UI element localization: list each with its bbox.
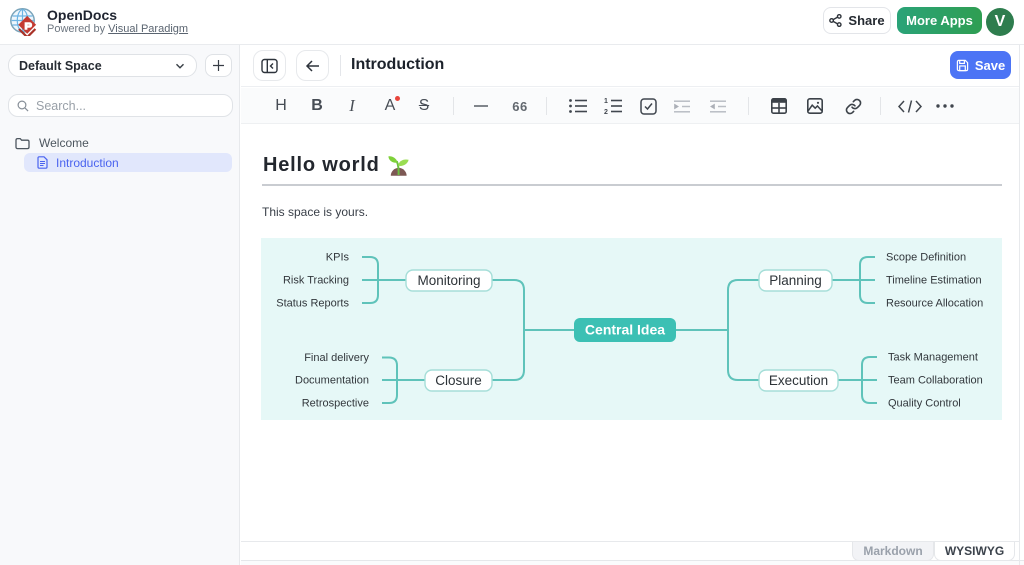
svg-text:Closure: Closure (435, 373, 482, 388)
svg-text:Resource Allocation: Resource Allocation (886, 298, 983, 310)
svg-text:Status Reports: Status Reports (276, 298, 349, 310)
svg-text:Documentation: Documentation (295, 375, 369, 387)
svg-text:Timeline Estimation: Timeline Estimation (886, 275, 982, 287)
svg-text:Team Collaboration: Team Collaboration (888, 375, 983, 387)
svg-text:KPIs: KPIs (326, 252, 350, 264)
svg-text:Scope Definition: Scope Definition (886, 252, 966, 264)
svg-text:Task Management: Task Management (888, 352, 978, 364)
svg-text:Central Idea: Central Idea (585, 322, 665, 338)
svg-text:2: 2 (604, 109, 608, 114)
svg-text:Planning: Planning (769, 273, 822, 288)
svg-text:Monitoring: Monitoring (417, 273, 480, 288)
svg-text:Risk Tracking: Risk Tracking (283, 275, 349, 287)
svg-text:Final delivery: Final delivery (304, 352, 369, 364)
svg-text:Execution: Execution (769, 373, 828, 388)
svg-text:Retrospective: Retrospective (302, 398, 369, 410)
svg-text:Quality Control: Quality Control (888, 398, 961, 410)
svg-text:1: 1 (604, 98, 608, 105)
